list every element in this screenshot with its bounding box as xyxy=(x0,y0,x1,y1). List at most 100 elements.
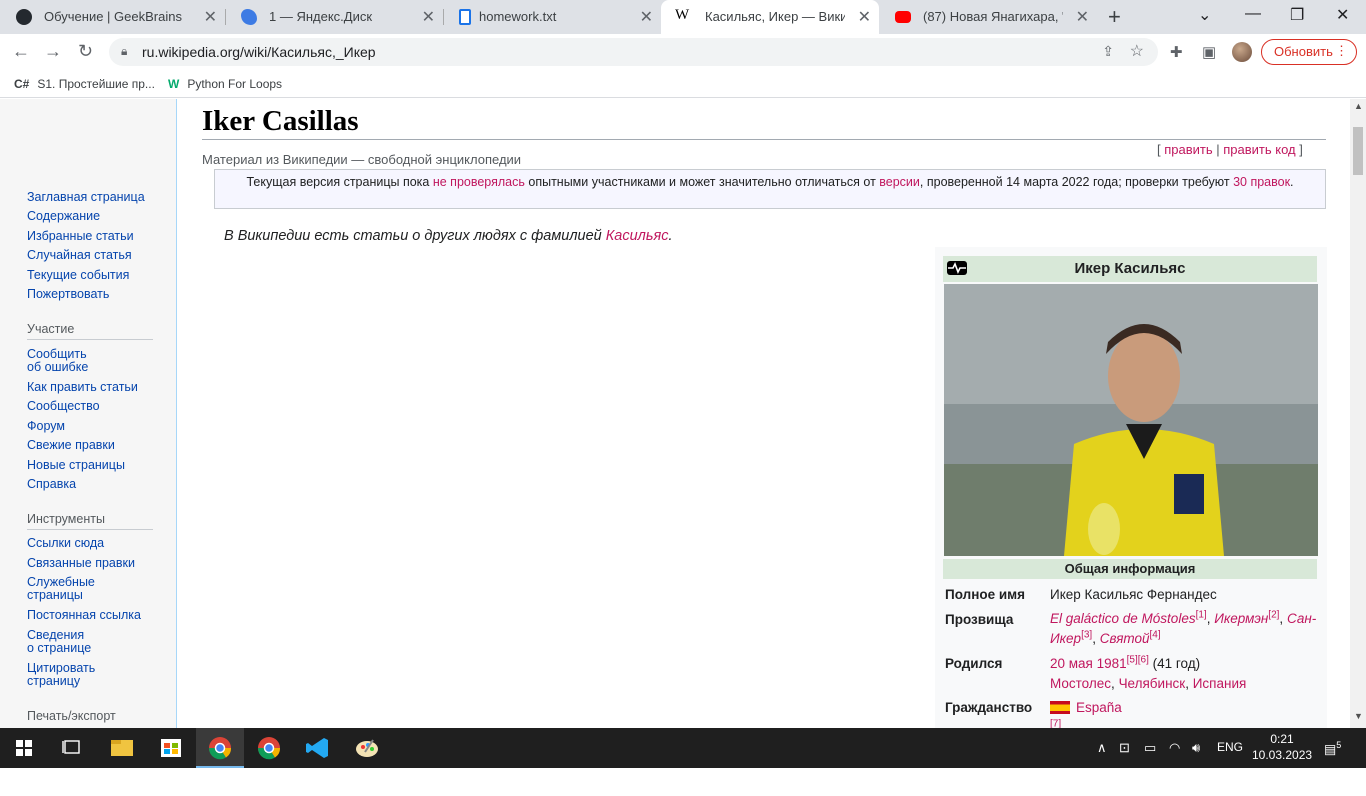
new-tab-button[interactable]: + xyxy=(1108,4,1121,30)
sidebar-heading-participation: Участие xyxy=(27,322,75,336)
born-value: 20 мая 1981[5][6] (41 год) Мостолес, Чел… xyxy=(1050,654,1247,691)
task-view-icon[interactable] xyxy=(48,728,96,768)
sidebar-item-related-changes[interactable]: Связанные правки xyxy=(27,557,135,570)
tray-chevron-icon[interactable]: ∧ xyxy=(1097,740,1107,756)
wifi-icon[interactable]: ◠ xyxy=(1169,740,1180,756)
reload-icon[interactable]: ↻ xyxy=(78,41,93,62)
scroll-thumb[interactable] xyxy=(1353,127,1363,175)
github-icon xyxy=(16,9,32,25)
sidebar-item-random[interactable]: Случайная статья xyxy=(27,249,132,262)
sidebar-item-main-page[interactable]: Заглавная страница xyxy=(27,191,145,204)
url-text[interactable]: ru.wikipedia.org/wiki/Касильяс,_Икер xyxy=(142,44,376,60)
window-close-icon[interactable]: ✕ xyxy=(1336,5,1349,25)
battery-icon[interactable]: ▭ xyxy=(1144,740,1156,756)
hatnote: В Википедии есть статьи о других людях с… xyxy=(224,228,673,244)
w3schools-icon: W xyxy=(168,77,180,91)
bookmark-csharp[interactable]: C# S1. Простейшие пр... xyxy=(14,77,155,91)
nickname-value: El galáctico de Móstoles[1], Икермэн[2],… xyxy=(1050,609,1317,646)
wikipedia-icon: W xyxy=(675,7,690,23)
tab-wikipedia[interactable]: W Касильяс, Икер — Википеди ✕ xyxy=(661,0,879,34)
vscode-icon[interactable] xyxy=(294,728,342,768)
paint-icon[interactable] xyxy=(343,728,391,768)
full-name-label: Полное имя xyxy=(945,587,1026,602)
tab-search-icon[interactable]: ⌄ xyxy=(1198,5,1211,25)
csharp-icon: C# xyxy=(14,77,30,91)
minimize-icon[interactable]: — xyxy=(1245,5,1261,23)
close-icon[interactable]: ✕ xyxy=(1076,7,1089,27)
sidebar-item-special-pages[interactable]: Служебные страницы xyxy=(27,576,95,602)
menu-dots-icon: ⋮ xyxy=(1335,43,1348,58)
bookmark-star-icon[interactable]: ☆ xyxy=(1130,41,1144,61)
tab-youtube[interactable]: (87) Новая Янагихара, "Вави ✕ xyxy=(879,0,1097,34)
sidebar-item-featured[interactable]: Избранные статьи xyxy=(27,230,134,243)
scroll-up-icon[interactable]: ▲ xyxy=(1354,101,1363,111)
microsoft-store-icon[interactable] xyxy=(147,728,195,768)
close-icon[interactable]: ✕ xyxy=(422,7,435,27)
infobox-title: Икер Касильяс xyxy=(943,256,1317,282)
edit-links: [ править | править код ] xyxy=(1157,142,1303,157)
forward-icon[interactable]: → xyxy=(44,41,62,62)
player-photo[interactable] xyxy=(944,284,1318,556)
close-icon[interactable]: ✕ xyxy=(204,7,217,27)
lock-icon[interactable]: 🔒︎ xyxy=(121,44,127,59)
bookmark-python[interactable]: W Python For Loops xyxy=(168,77,282,91)
system-clock[interactable]: 0:21 10.03.2023 xyxy=(1252,731,1312,763)
extensions-icon[interactable]: ✚ xyxy=(1170,43,1183,61)
pending-edits-link[interactable]: 30 правок xyxy=(1233,175,1290,189)
back-icon[interactable]: ← xyxy=(12,41,30,62)
edit-link[interactable]: править xyxy=(1164,142,1212,157)
sidebar-item-forum[interactable]: Форум xyxy=(27,420,65,433)
windows-taskbar: ∧ ⊡ ▭ ◠ 🔊︎ ENG 0:21 10.03.2023 ▤5 xyxy=(0,728,1366,768)
sidebar-item-cite[interactable]: Цитировать страницу xyxy=(27,662,95,688)
tab-yandex-disk[interactable]: 1 — Яндекс.Диск ✕ xyxy=(225,0,443,34)
address-bar[interactable]: 🔒︎ ru.wikipedia.org/wiki/Касильяс,_Икер … xyxy=(109,38,1158,66)
sidebar: Заглавная страница Содержание Избранные … xyxy=(0,99,176,728)
sidebar-item-what-links-here[interactable]: Ссылки сюда xyxy=(27,537,104,550)
born-date-link[interactable]: 20 мая 1981 xyxy=(1050,656,1127,671)
tray-network-app-icon[interactable]: ⊡ xyxy=(1119,740,1130,756)
sidebar-item-contents[interactable]: Содержание xyxy=(27,210,100,223)
sidebar-item-report-error[interactable]: Сообщить об ошибке xyxy=(27,348,88,374)
share-icon[interactable]: ⇪ xyxy=(1102,43,1114,60)
page-scrollbar[interactable]: ▲ ▼ xyxy=(1350,99,1366,728)
document-icon xyxy=(459,9,471,25)
notification-center-icon[interactable]: ▤5 xyxy=(1324,740,1341,757)
scroll-down-icon[interactable]: ▼ xyxy=(1354,711,1363,721)
sidebar-item-how-to-edit[interactable]: Как править статьи xyxy=(27,381,138,394)
sidebar-item-help[interactable]: Справка xyxy=(27,478,76,491)
version-link[interactable]: версии xyxy=(879,175,920,189)
browser-toolbar: ← → ↻ 🔒︎ ru.wikipedia.org/wiki/Касильяс,… xyxy=(0,34,1366,70)
edit-source-link[interactable]: править код xyxy=(1223,142,1295,157)
language-indicator[interactable]: ENG xyxy=(1217,740,1243,754)
side-panel-icon[interactable]: ▣ xyxy=(1202,43,1216,61)
not-checked-link[interactable]: не проверялась xyxy=(433,175,525,189)
full-name-value: Икер Касильяс Фернандес xyxy=(1050,587,1217,602)
sidebar-item-recent-changes[interactable]: Свежие правки xyxy=(27,439,115,452)
citizenship-link[interactable]: España xyxy=(1076,700,1122,715)
sidebar-item-new-pages[interactable]: Новые страницы xyxy=(27,459,125,472)
citizenship-value: España [7] xyxy=(1050,700,1122,728)
chrome-app-icon-active[interactable] xyxy=(196,728,244,768)
start-button[interactable] xyxy=(0,728,48,768)
sidebar-item-permanent-link[interactable]: Постоянная ссылка xyxy=(27,609,141,622)
chrome-app-icon[interactable] xyxy=(245,728,293,768)
tab-geekbrains[interactable]: Обучение | GeekBrains - обр ✕ xyxy=(0,0,225,34)
maximize-icon[interactable]: ❐ xyxy=(1290,5,1304,25)
file-explorer-icon[interactable] xyxy=(98,728,146,768)
site-subtitle: Материал из Википедии — свободной энцикл… xyxy=(202,152,522,167)
volume-icon[interactable]: 🔊︎ xyxy=(1192,740,1200,756)
sidebar-item-donate[interactable]: Пожертвовать xyxy=(27,288,109,301)
hatnote-link[interactable]: Касильяс xyxy=(606,228,669,244)
update-button[interactable]: Обновить ⋮ xyxy=(1261,39,1357,65)
close-icon[interactable]: ✕ xyxy=(640,7,653,27)
sidebar-item-community[interactable]: Сообщество xyxy=(27,400,100,413)
profile-avatar[interactable] xyxy=(1232,42,1252,62)
close-icon[interactable]: ✕ xyxy=(858,7,871,27)
sidebar-item-page-info[interactable]: Сведения о странице xyxy=(27,629,91,655)
tab-homework[interactable]: homework.txt ✕ xyxy=(443,0,661,34)
flagged-revision-notice: Текущая версия страницы пока не проверял… xyxy=(214,169,1326,209)
born-place-link[interactable]: Мостолес xyxy=(1050,676,1111,691)
sidebar-item-current-events[interactable]: Текущие события xyxy=(27,269,129,282)
nickname-label: Прозвища xyxy=(945,612,1014,627)
youtube-icon xyxy=(895,11,911,23)
